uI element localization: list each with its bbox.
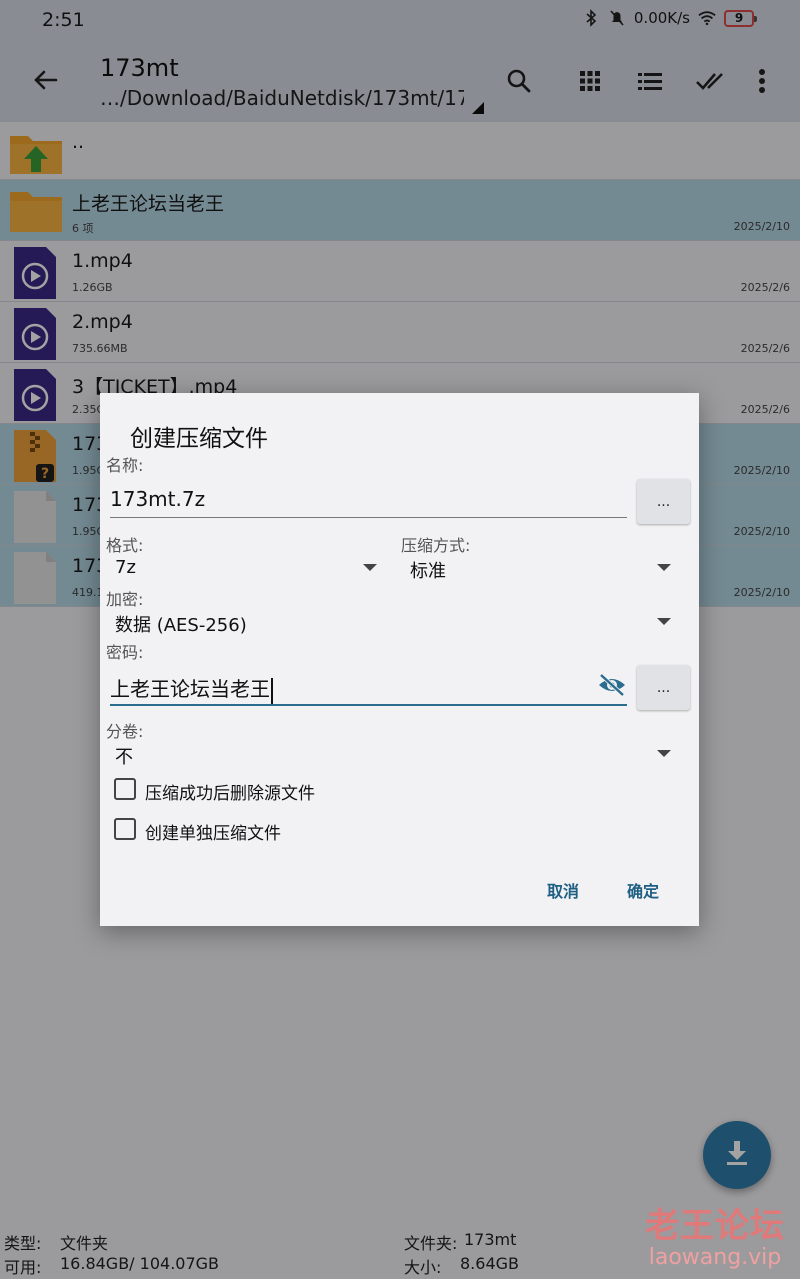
encrypt-label: 加密: xyxy=(106,590,144,609)
password-label: 密码: xyxy=(106,643,144,662)
text-cursor xyxy=(271,677,273,704)
ok-button[interactable]: 确定 xyxy=(627,878,659,902)
method-label: 压缩方式: xyxy=(401,536,471,555)
encrypt-select[interactable]: 数据 (AES-256) xyxy=(115,611,247,637)
browse-name-button[interactable]: ... xyxy=(637,479,690,524)
create-archive-dialog: 创建压缩文件 名称: 173mt.7z ... 格式: 7z 压缩方式: 标准 … xyxy=(100,393,699,926)
delete-source-checkbox[interactable] xyxy=(114,778,136,800)
format-label: 格式: xyxy=(106,536,144,555)
format-select[interactable]: 7z xyxy=(115,557,136,578)
visibility-off-icon[interactable] xyxy=(597,673,627,701)
format-dropdown-icon[interactable] xyxy=(363,564,377,571)
name-label: 名称: xyxy=(106,456,144,475)
delete-source-label[interactable]: 压缩成功后删除源文件 xyxy=(145,779,315,804)
site-watermark: 老王论坛 laowang.vip xyxy=(640,1198,790,1270)
separate-archive-checkbox[interactable] xyxy=(114,818,136,840)
password-underline xyxy=(110,704,627,706)
cancel-button[interactable]: 取消 xyxy=(547,878,579,902)
volume-dropdown-icon[interactable] xyxy=(657,750,671,757)
password-options-button[interactable]: ... xyxy=(637,665,690,710)
name-underline xyxy=(110,517,627,518)
volume-select[interactable]: 不 xyxy=(115,743,133,769)
archive-name-input[interactable]: 173mt.7z xyxy=(110,487,205,511)
dialog-title: 创建压缩文件 xyxy=(130,426,268,452)
separate-archive-label[interactable]: 创建单独压缩文件 xyxy=(145,819,281,844)
watermark-en: laowang.vip xyxy=(648,1245,782,1270)
password-input[interactable]: 上老王论坛当老王 xyxy=(110,673,273,704)
volume-label: 分卷: xyxy=(106,722,144,741)
password-text: 上老王论坛当老王 xyxy=(110,677,270,701)
watermark-cn: 老王论坛 xyxy=(645,1206,785,1246)
method-select[interactable]: 标准 xyxy=(410,557,446,583)
encrypt-dropdown-icon[interactable] xyxy=(657,618,671,625)
method-dropdown-icon[interactable] xyxy=(657,564,671,571)
